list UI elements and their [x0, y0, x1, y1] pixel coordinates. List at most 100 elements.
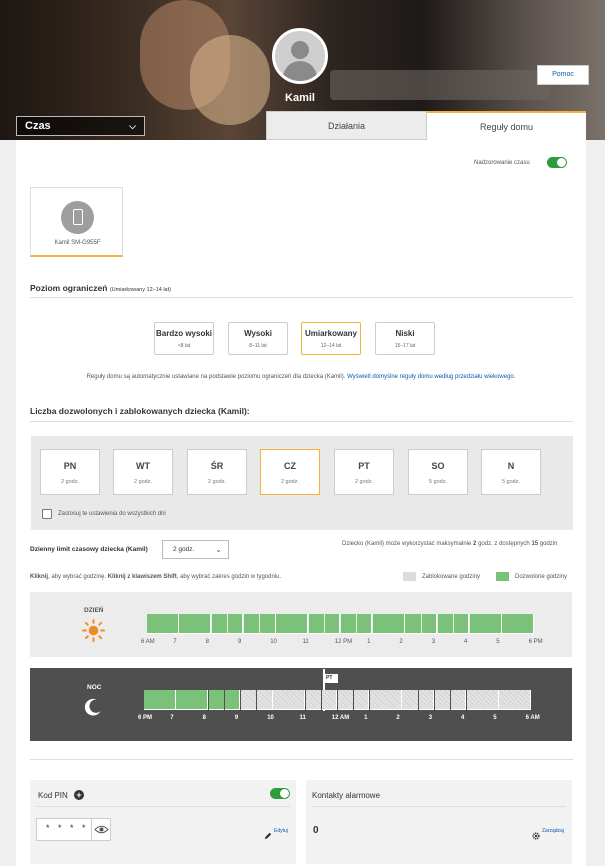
time-slot[interactable] [257, 690, 273, 710]
edit-pin-link[interactable]: Edytuj [274, 828, 288, 834]
time-slot[interactable] [211, 614, 228, 634]
time-slot[interactable] [373, 614, 389, 634]
time-slot[interactable] [340, 614, 357, 634]
time-slot[interactable] [324, 614, 341, 634]
time-slot[interactable] [389, 614, 405, 634]
time-slot[interactable] [467, 690, 483, 710]
day-sat[interactable]: SO 5 godz. [408, 449, 468, 495]
time-slot[interactable] [356, 614, 373, 634]
emergency-title: Kontakty alarmowe [312, 791, 381, 800]
allowed-title: Liczba dozwolonych i zablokowanych dziec… [30, 406, 250, 416]
pin-field[interactable]: * * * * [36, 818, 111, 841]
time-slot[interactable] [144, 690, 160, 710]
day-schedule-label: DZIEŃ [84, 607, 104, 614]
daily-limit-value: 2 godz. [173, 546, 195, 553]
time-slot[interactable] [227, 614, 244, 634]
monitoring-toggle[interactable] [547, 157, 567, 168]
night-schedule-label: NOC [87, 684, 102, 691]
time-slot[interactable] [160, 690, 176, 710]
tab-actions[interactable]: Działania [266, 111, 427, 140]
time-slot[interactable] [486, 614, 502, 634]
time-slot[interactable] [289, 690, 305, 710]
time-slot[interactable] [453, 614, 470, 634]
help-button[interactable]: Pomoc [537, 65, 589, 85]
level-very-high[interactable]: Bardzo wysoki <8 lat [154, 322, 214, 355]
default-rules-link[interactable]: Wyświetl domyślne reguły domu według prz… [347, 374, 515, 380]
level-age: 12–14 lat [320, 343, 342, 349]
day-mon[interactable]: PN 2 godz. [40, 449, 100, 495]
note-max-hours: 2 [473, 541, 477, 547]
time-slot[interactable] [192, 690, 208, 710]
instruction-text: , aby wybrać zakres godzin w tygodniu. [176, 574, 282, 580]
time-slot[interactable] [515, 690, 531, 710]
time-slot[interactable] [240, 690, 257, 710]
time-slot[interactable] [208, 690, 225, 710]
time-slot[interactable] [176, 690, 192, 710]
pencil-icon[interactable] [264, 827, 272, 840]
apply-all-checkbox[interactable] [42, 509, 52, 519]
device-label: Kamil SM-G955F [54, 240, 101, 246]
day-tue[interactable]: WT 2 godz. [113, 449, 173, 495]
time-slot[interactable] [370, 690, 386, 710]
time-slot[interactable] [224, 690, 241, 710]
time-slot[interactable] [308, 614, 325, 634]
level-title: Umiarkowany [304, 329, 358, 338]
day-label: N [507, 461, 515, 471]
time-slot[interactable] [163, 614, 179, 634]
time-slot[interactable] [421, 614, 438, 634]
day-fri[interactable]: PT 2 godz. [334, 449, 394, 495]
time-slot[interactable] [353, 690, 370, 710]
daily-limit-select[interactable]: 2 godz. ⌄ [162, 540, 229, 559]
time-slot[interactable] [195, 614, 211, 634]
manage-contacts-link[interactable]: Zarządzaj [542, 828, 564, 834]
pin-toggle[interactable] [270, 788, 290, 799]
eye-icon[interactable] [91, 819, 110, 840]
time-slot[interactable] [418, 690, 435, 710]
time-slot[interactable] [405, 614, 421, 634]
day-wed[interactable]: ŚR 2 godz. [187, 449, 247, 495]
tab-house-rules[interactable]: Reguły domu [427, 111, 586, 140]
day-hours: 2 godz. [280, 479, 300, 485]
time-slot[interactable] [147, 614, 163, 634]
moon-icon [83, 697, 103, 717]
time-slot[interactable] [386, 690, 402, 710]
section-select[interactable]: Czas ⌵ [16, 116, 145, 136]
time-slot[interactable] [483, 690, 499, 710]
time-slot[interactable] [321, 690, 338, 710]
gear-icon[interactable] [532, 827, 540, 840]
level-high[interactable]: Wysoki 8–11 lat [228, 322, 288, 355]
hour-label: 12 AM [331, 715, 350, 721]
add-pin-icon[interactable]: + [74, 790, 84, 800]
time-slot[interactable] [502, 614, 518, 634]
level-moderate[interactable]: Umiarkowany 12–14 lat [301, 322, 361, 355]
restriction-title-text: Poziom ograniczeń [30, 283, 108, 293]
time-slot[interactable] [243, 614, 260, 634]
time-slot[interactable] [499, 690, 515, 710]
hour-label: 3 [428, 715, 433, 721]
level-title: Bardzo wysoki [155, 329, 212, 338]
day-label: WT [136, 461, 150, 471]
time-slot[interactable] [276, 614, 292, 634]
time-slot[interactable] [292, 614, 308, 634]
day-sun[interactable]: N 5 godz. [481, 449, 541, 495]
time-slot[interactable] [305, 690, 322, 710]
time-slot[interactable] [518, 614, 534, 634]
time-slot[interactable] [273, 690, 289, 710]
child-name: Kamil [285, 92, 315, 104]
level-low[interactable]: Niski 15–17 lat [375, 322, 435, 355]
hour-label: 8 [202, 715, 206, 721]
time-slot[interactable] [337, 690, 354, 710]
child-avatar[interactable] [272, 28, 328, 84]
day-thu[interactable]: CZ 2 godz. [260, 449, 320, 495]
hour-label: 6 PM [528, 639, 543, 645]
time-slot[interactable] [434, 690, 451, 710]
time-slot[interactable] [450, 690, 467, 710]
time-slot[interactable] [470, 614, 486, 634]
device-card[interactable]: Kamil SM-G955F [30, 187, 123, 257]
note-text: godz. z dostępnych [478, 541, 530, 547]
time-slot[interactable] [260, 614, 276, 634]
time-slot[interactable] [437, 614, 454, 634]
hour-label: 2 [396, 715, 400, 721]
time-slot[interactable] [179, 614, 195, 634]
time-slot[interactable] [402, 690, 418, 710]
